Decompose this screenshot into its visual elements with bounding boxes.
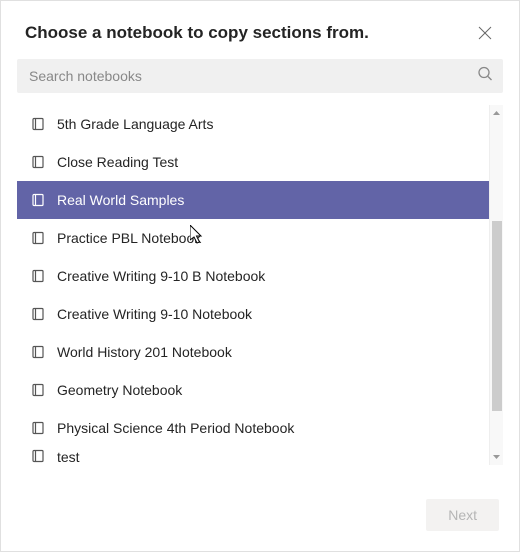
close-icon (478, 26, 492, 40)
notebook-icon (31, 155, 45, 169)
notebook-label: test (57, 449, 80, 465)
notebook-label: Real World Samples (57, 192, 184, 208)
scroll-thumb[interactable] (492, 221, 502, 411)
notebook-icon (31, 193, 45, 207)
close-button[interactable] (475, 23, 495, 43)
notebook-label: World History 201 Notebook (57, 344, 232, 360)
search-input[interactable] (17, 59, 503, 93)
scroll-down-arrow[interactable] (490, 449, 503, 465)
notebook-item[interactable]: test (17, 447, 502, 465)
notebook-icon (31, 307, 45, 321)
notebook-label: Geometry Notebook (57, 382, 182, 398)
scrollbar[interactable] (489, 105, 503, 465)
notebook-icon (31, 449, 45, 463)
notebook-icon (31, 383, 45, 397)
notebook-icon (31, 117, 45, 131)
notebook-item[interactable]: 5th Grade Language Arts (17, 105, 502, 143)
notebook-label: 5th Grade Language Arts (57, 116, 213, 132)
notebook-item[interactable]: World History 201 Notebook (17, 333, 502, 371)
notebook-label: Creative Writing 9-10 Notebook (57, 306, 252, 322)
notebook-icon (31, 345, 45, 359)
notebook-icon (31, 421, 45, 435)
notebook-list: 5th Grade Language Arts Close Reading Tes… (17, 105, 502, 465)
notebook-item[interactable]: Creative Writing 9-10 B Notebook (17, 257, 502, 295)
scroll-up-arrow[interactable] (490, 105, 503, 121)
notebook-label: Practice PBL Notebook (57, 230, 201, 246)
notebook-icon (31, 231, 45, 245)
notebook-label: Physical Science 4th Period Notebook (57, 420, 294, 436)
notebook-item[interactable]: Physical Science 4th Period Notebook (17, 409, 502, 447)
notebook-item[interactable]: Creative Writing 9-10 Notebook (17, 295, 502, 333)
notebook-label: Creative Writing 9-10 B Notebook (57, 268, 265, 284)
notebook-item[interactable]: Practice PBL Notebook (17, 219, 502, 257)
notebook-label: Close Reading Test (57, 154, 178, 170)
notebook-icon (31, 269, 45, 283)
notebook-item[interactable]: Geometry Notebook (17, 371, 502, 409)
dialog-title: Choose a notebook to copy sections from. (25, 23, 369, 43)
notebook-item[interactable]: Close Reading Test (17, 143, 502, 181)
next-button[interactable]: Next (426, 499, 499, 531)
search-icon (477, 66, 493, 87)
notebook-item[interactable]: Real World Samples (17, 181, 502, 219)
